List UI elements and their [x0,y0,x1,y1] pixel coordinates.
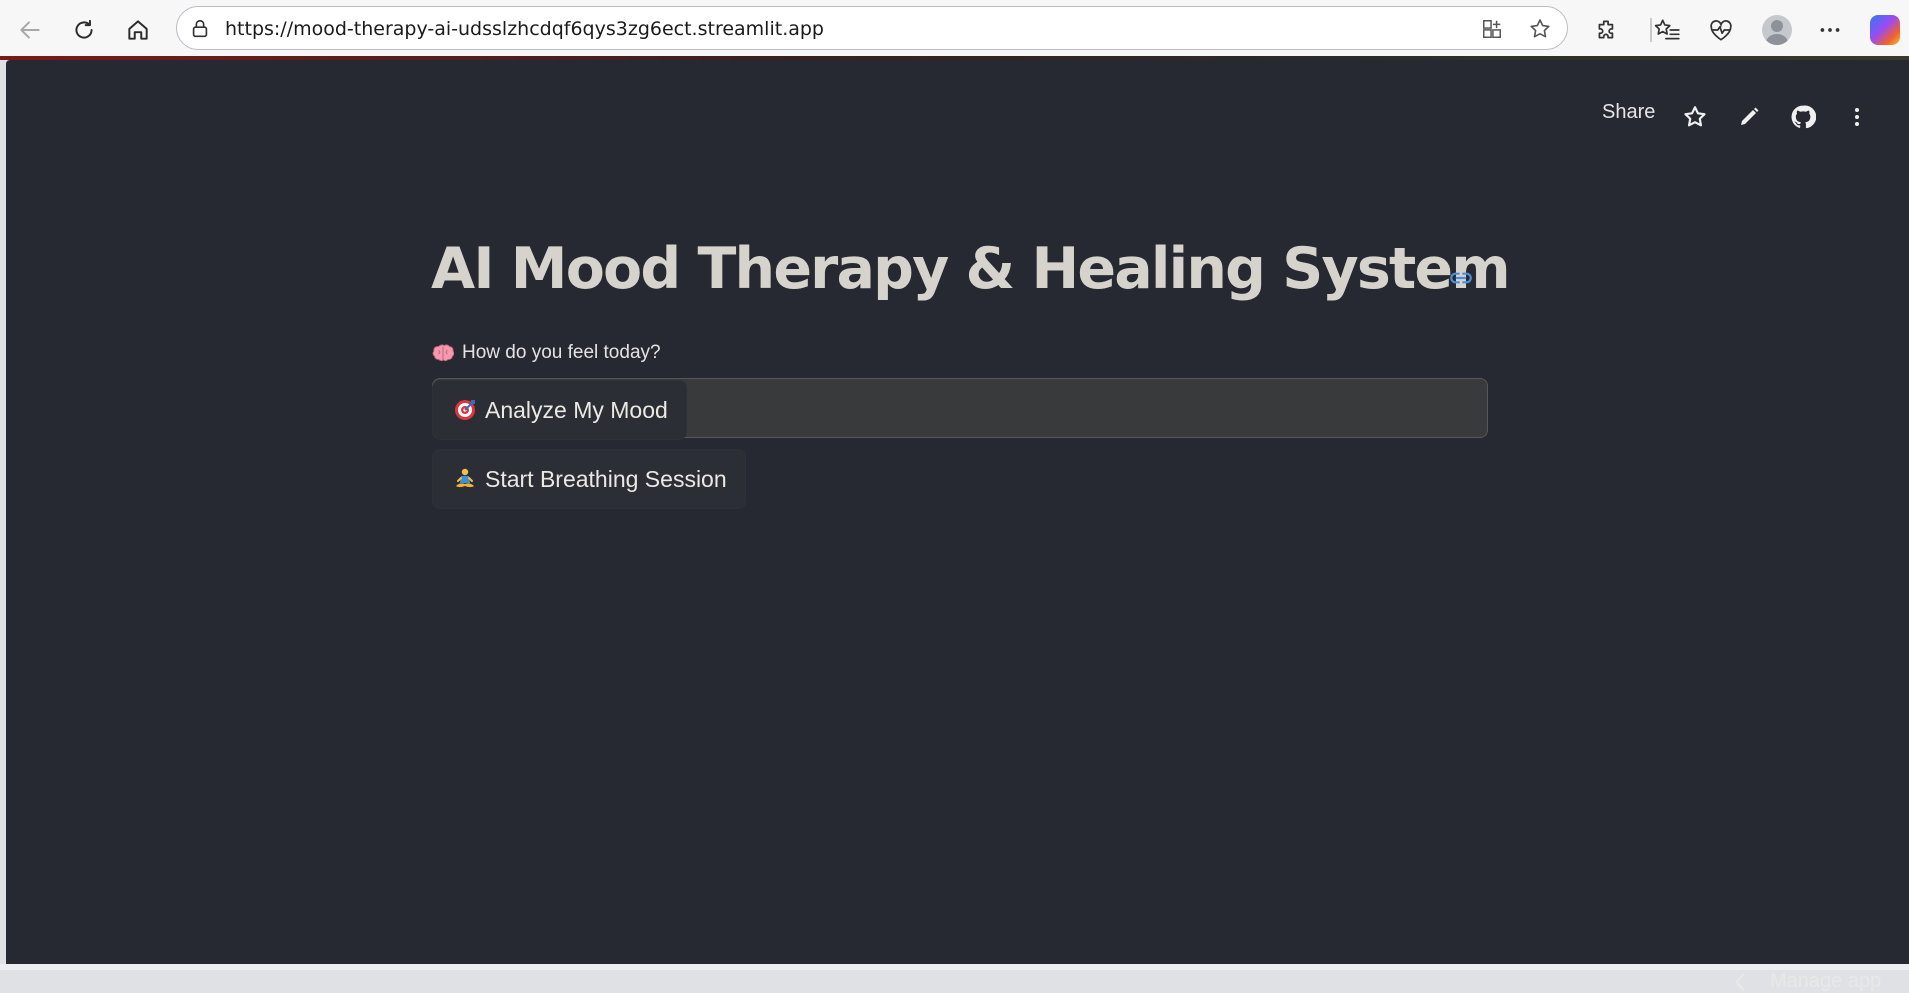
mood-input-label-text: How do you feel today? [462,342,661,363]
browser-toolbar: https://mood-therapy-ai-udsslzhcdqf6qys3… [0,0,1909,58]
brain-icon [432,343,454,363]
start-breathing-button[interactable]: Start Breathing Session [432,449,746,509]
app-available-icon[interactable] [1479,16,1505,42]
home-button[interactable] [118,10,158,50]
more-options-icon[interactable] [1813,13,1847,47]
manage-app-label: Manage app [1770,970,1882,992]
main-menu-icon[interactable] [1840,100,1874,134]
profile-avatar-icon[interactable] [1760,13,1794,47]
site-info-icon[interactable] [187,16,213,42]
extensions-icon[interactable] [1590,13,1624,47]
chevron-left-icon [1735,972,1745,991]
target-icon [453,398,477,422]
link-icon[interactable] [1446,263,1476,293]
manage-app-button[interactable]: Manage app [1732,970,1881,993]
person-meditating-icon [453,467,477,491]
github-icon[interactable] [1786,100,1820,134]
app-container: Share AI Mood Therapy & Healing System H… [6,60,1909,992]
address-bar[interactable]: https://mood-therapy-ai-udsslzhcdqf6qys3… [176,6,1568,50]
browser-essentials-icon[interactable] [1704,13,1738,47]
share-link[interactable]: Share [1602,101,1655,124]
window-bottom-edge [0,964,1909,970]
analyze-mood-button[interactable]: Analyze My Mood [432,380,687,440]
back-arrow-icon [20,21,40,39]
refresh-icon [75,19,93,39]
star-icon[interactable] [1678,100,1712,134]
copilot-icon[interactable] [1868,13,1902,47]
home-icon [128,20,148,40]
edit-pencil-icon[interactable] [1732,100,1766,134]
back-button[interactable] [10,10,50,50]
start-breathing-label: Start Breathing Session [485,465,727,492]
mood-input-label: How do you feel today? [432,342,661,364]
refresh-button[interactable] [64,10,104,50]
favorite-star-icon[interactable] [1527,16,1553,42]
address-url[interactable]: https://mood-therapy-ai-udsslzhcdqf6qys3… [225,18,824,40]
favorites-icon[interactable] [1650,13,1684,47]
page-title: AI Mood Therapy & Healing System [431,236,1511,302]
analyze-mood-label: Analyze My Mood [485,396,668,423]
